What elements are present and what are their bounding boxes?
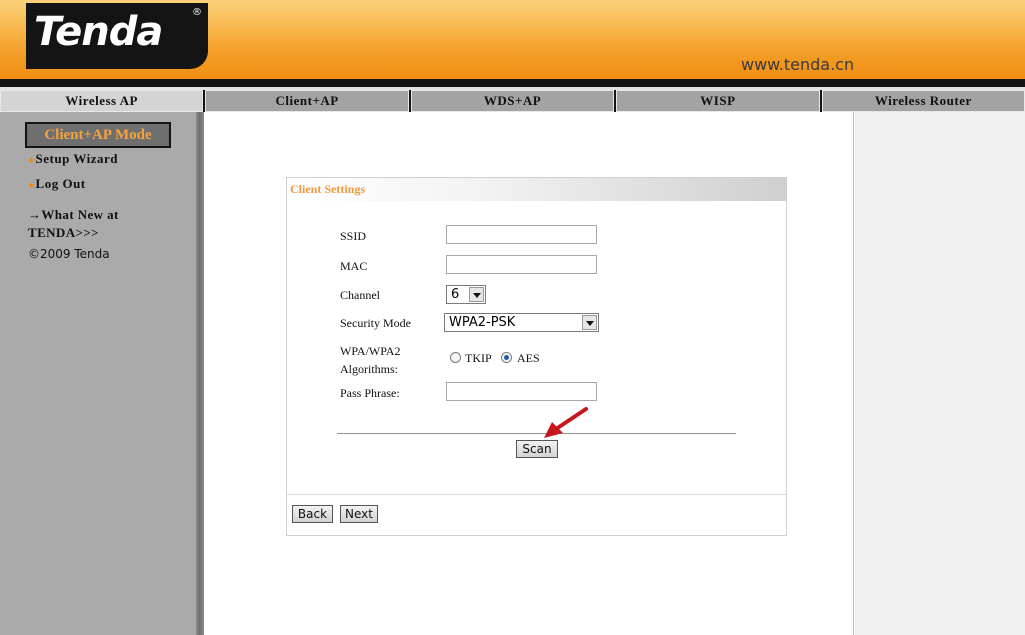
- security-mode-select[interactable]: WPA2-PSK: [444, 313, 599, 332]
- scan-button[interactable]: Scan: [516, 440, 558, 458]
- sidebar-edge: [196, 112, 204, 635]
- tab-wireless-ap[interactable]: Wireless AP: [0, 90, 204, 112]
- red-arrow-icon: [544, 407, 588, 438]
- next-button[interactable]: Next: [340, 505, 378, 523]
- mac-input[interactable]: [446, 255, 597, 274]
- panel-title-bar: Client Settings: [287, 178, 786, 201]
- mac-label: MAC: [340, 259, 368, 273]
- client-settings-panel: Client Settings SSID MAC Channel 6 Secur…: [286, 177, 787, 536]
- channel-select[interactable]: 6: [446, 285, 486, 304]
- security-mode-value: WPA2-PSK: [449, 315, 516, 330]
- sidebar-item-label: Setup Wizard: [35, 151, 118, 166]
- site-url: www.tenda.cn: [741, 55, 855, 74]
- algorithms-label-line-1: WPA/WPA2: [340, 344, 401, 358]
- mode-nav: Wireless AP Client+AP WDS+AP WISP Wirele…: [0, 90, 1025, 112]
- whats-new-line-2: TENDA>>>: [28, 225, 99, 240]
- tkip-label: TKIP: [465, 351, 492, 365]
- algorithms-label-line-2: Algorithms:: [340, 362, 399, 376]
- aes-radio[interactable]: [501, 352, 512, 363]
- tab-client-ap[interactable]: Client+AP: [205, 90, 409, 112]
- registered-mark: ®: [192, 7, 202, 18]
- security-mode-label: Security Mode: [340, 316, 411, 330]
- right-panel: [855, 112, 1025, 635]
- copyright-text: ©2009 Tenda: [28, 247, 110, 261]
- whats-new-line-1: →What New at: [28, 207, 119, 222]
- footer-divider: [287, 494, 786, 495]
- sidebar-item-label: Log Out: [35, 176, 86, 191]
- chevron-down-icon: [469, 287, 484, 302]
- ssid-label: SSID: [340, 229, 367, 243]
- sidebar-item-log-out[interactable]: ●Log Out: [28, 176, 86, 192]
- tab-wisp[interactable]: WISP: [616, 90, 820, 112]
- pass-phrase-label: Pass Phrase:: [340, 386, 400, 400]
- tenda-logo: Tenda ®: [26, 3, 208, 69]
- bullet-icon: ●: [28, 155, 35, 166]
- header-divider: [0, 79, 1025, 87]
- chevron-down-icon: [582, 315, 597, 330]
- header-banner: Tenda ® www.tenda.cn: [0, 0, 1025, 83]
- ssid-input[interactable]: [446, 225, 597, 244]
- pass-phrase-input[interactable]: [446, 382, 597, 401]
- tab-wds-ap[interactable]: WDS+AP: [410, 90, 615, 112]
- aes-label: AES: [517, 351, 540, 365]
- panel-title: Client Settings: [290, 182, 365, 196]
- logo-text: Tenda: [34, 9, 163, 55]
- tkip-radio[interactable]: [450, 352, 461, 363]
- sidebar-item-setup-wizard[interactable]: ●Setup Wizard: [28, 151, 118, 167]
- algorithms-label: WPA/WPA2 Algorithms:: [340, 342, 400, 378]
- channel-value: 6: [451, 287, 460, 302]
- whats-new-link[interactable]: →What New at TENDA>>>: [28, 206, 119, 242]
- channel-label: Channel: [340, 288, 380, 302]
- back-button[interactable]: Back: [292, 505, 333, 523]
- tab-wireless-router[interactable]: Wireless Router: [821, 90, 1025, 112]
- form-divider: [337, 433, 736, 434]
- bullet-icon: ●: [28, 180, 35, 191]
- current-mode-button[interactable]: Client+AP Mode: [25, 122, 171, 148]
- right-divider-light: [853, 112, 854, 635]
